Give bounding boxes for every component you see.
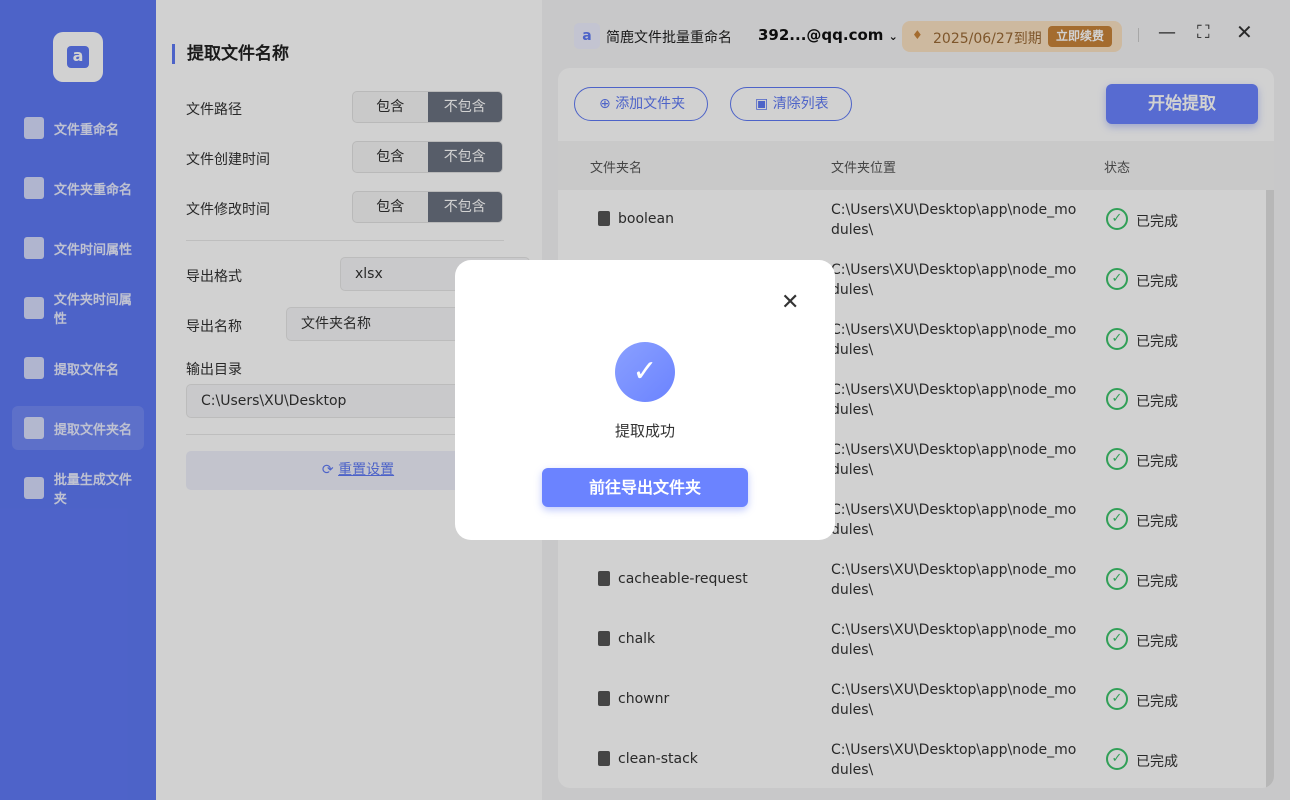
- success-dialog: ✕ ✓ 提取成功 前往导出文件夹: [455, 260, 835, 540]
- success-message: 提取成功: [614, 422, 675, 440]
- close-icon[interactable]: ✕: [781, 290, 799, 315]
- check-icon: ✓: [615, 342, 675, 402]
- open-export-folder-button[interactable]: 前往导出文件夹: [542, 468, 748, 507]
